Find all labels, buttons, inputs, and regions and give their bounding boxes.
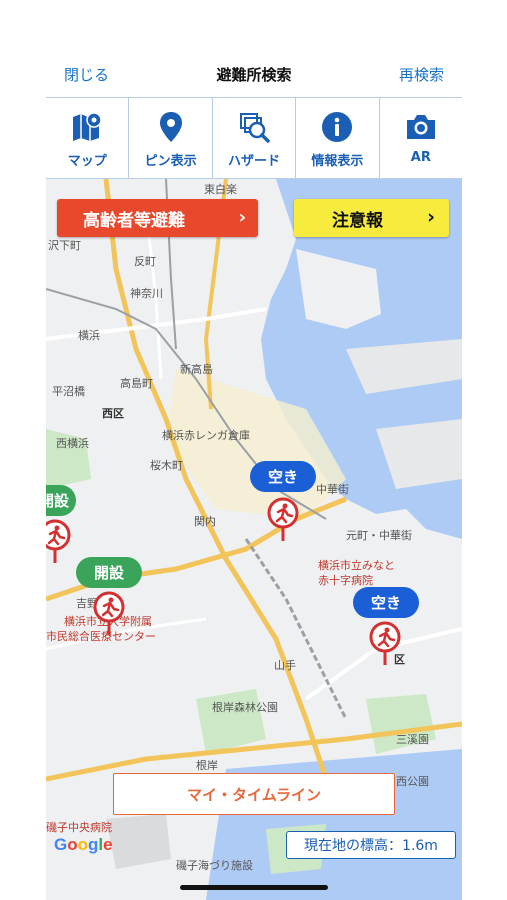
place-label: 赤十字病院 — [318, 574, 373, 587]
place-label: 元町・中華街 — [346, 529, 412, 542]
tool-info-button[interactable]: 情報表示 — [296, 98, 380, 178]
evacuation-pin-icon[interactable] — [92, 591, 126, 637]
place-label: 沢下町 — [48, 239, 81, 252]
place-label: 西横浜 — [56, 437, 89, 450]
place-label: 高島町 — [120, 377, 153, 390]
map-pin-icon — [70, 110, 104, 144]
tool-info-label: 情報表示 — [311, 154, 364, 169]
elderly-evacuation-alert-button[interactable]: 高齢者等避難 › — [57, 199, 258, 237]
place-label: 関内 — [194, 515, 216, 528]
home-indicator — [180, 885, 328, 890]
place-label: 横浜赤レンガ倉庫 — [162, 429, 250, 442]
place-label: 磯子海づり施設 — [176, 859, 253, 872]
place-label: 桜木町 — [150, 459, 183, 472]
place-label: 横浜市立みなと — [318, 559, 395, 572]
toolbar: マップ ピン表示 ハザード 情報表示 AR — [46, 98, 462, 179]
shelter-status-badge[interactable]: 開設 — [46, 485, 76, 516]
shelter-status-badge[interactable]: 空き — [353, 587, 419, 618]
camera-icon — [404, 110, 438, 144]
place-label: 三溪園 — [396, 733, 429, 746]
tool-map-label: マップ — [67, 154, 107, 169]
place-label: 西公園 — [396, 775, 429, 788]
tool-map-button[interactable]: マップ — [46, 98, 130, 178]
chevron-right-icon: › — [238, 207, 246, 228]
tool-pin-button[interactable]: ピン表示 — [129, 98, 213, 178]
google-logo: Google — [54, 835, 113, 854]
caution-advisory-button[interactable]: 注意報 › — [294, 199, 449, 237]
hazard-search-icon — [237, 110, 271, 144]
location-pin-icon — [154, 110, 188, 144]
place-label: 新高島 — [180, 363, 213, 376]
evacuation-pin-icon[interactable] — [368, 621, 402, 667]
elderly-evacuation-label: 高齢者等避難 — [83, 210, 185, 231]
tool-ar-button[interactable]: AR — [380, 98, 462, 178]
place-label: 平沼橋 — [52, 385, 85, 398]
tool-pin-label: ピン表示 — [144, 154, 197, 169]
place-label: 磯子中央病院 — [46, 821, 112, 834]
place-label: 西区 — [102, 407, 124, 420]
tool-hazard-button[interactable]: ハザード — [213, 98, 297, 178]
evacuation-pin-icon[interactable] — [266, 497, 300, 543]
place-label: 横浜 — [78, 329, 100, 342]
tool-hazard-label: ハザード — [228, 154, 281, 169]
shelter-search-screen: 閉じる 避難所検索 再検索 マップ ピン表示 ハザード 情報表示 AR 東白楽 … — [46, 0, 462, 900]
my-timeline-button[interactable]: マイ・タイムライン — [113, 773, 395, 815]
header-bar: 閉じる 避難所検索 再検索 — [46, 52, 462, 98]
caution-advisory-label: 注意報 — [332, 210, 383, 231]
research-button[interactable]: 再検索 — [399, 64, 444, 85]
chevron-right-icon: › — [427, 206, 435, 228]
place-label: 反町 — [134, 255, 156, 268]
place-label: 神奈川 — [130, 287, 163, 300]
tool-ar-label: AR — [410, 150, 431, 165]
shelter-map[interactable]: 東白楽 反町 沢下町 神奈川 横浜 高島町 平沼橋 新高島 西区 西横浜 横浜赤… — [46, 179, 462, 900]
place-label: 根岸 — [196, 759, 218, 772]
place-label: 根岸森林公園 — [212, 701, 278, 714]
place-label: 東白楽 — [204, 183, 237, 196]
evacuation-pin-icon[interactable] — [46, 519, 72, 565]
place-label: 中華街 — [316, 483, 349, 496]
elevation-readout: 現在地の標高：1.6m — [286, 831, 456, 859]
shelter-status-badge[interactable]: 開設 — [76, 557, 142, 588]
place-label: 山手 — [274, 659, 296, 672]
shelter-status-badge[interactable]: 空き — [250, 461, 316, 492]
info-icon — [320, 110, 354, 144]
